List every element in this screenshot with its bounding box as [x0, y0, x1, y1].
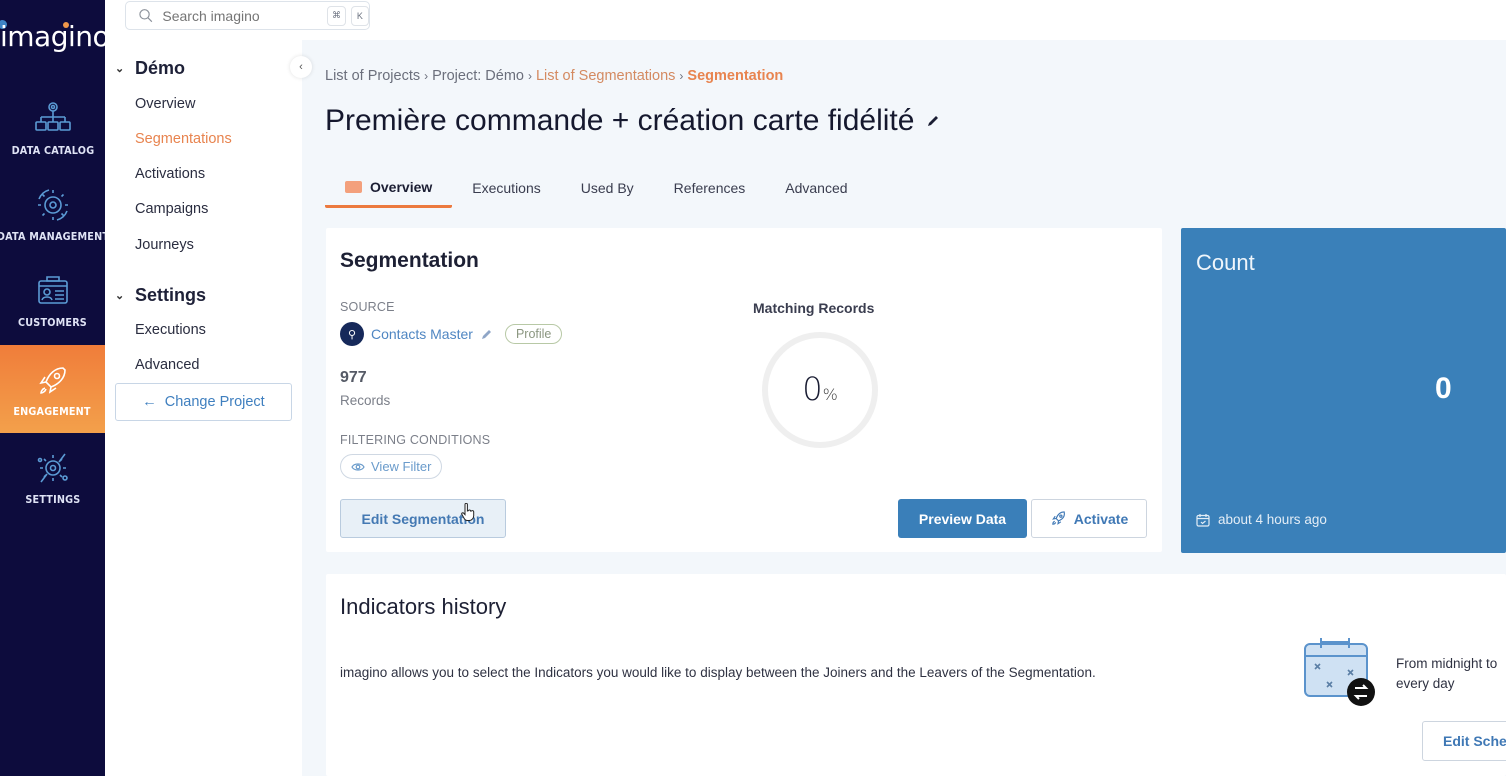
- indicators-history-card: Indicators history imagino allows you to…: [326, 574, 1506, 776]
- tab-executions[interactable]: Executions: [452, 168, 560, 208]
- count-card: Count 0 about 4 hours ago: [1181, 228, 1506, 553]
- overview-icon: [345, 180, 362, 193]
- sidebar-item-campaigns[interactable]: Campaigns: [135, 201, 208, 217]
- breadcrumb-separator: ›: [424, 69, 429, 83]
- source-label: SOURCE: [340, 300, 395, 314]
- indicators-title: Indicators history: [340, 594, 507, 619]
- breadcrumb-item[interactable]: List of Projects: [325, 68, 420, 84]
- page-title: Première commande + création carte fidél…: [325, 104, 940, 138]
- rail-label: ENGAGEMENT: [13, 406, 92, 418]
- chevron-down-icon: ⌄: [115, 290, 125, 302]
- eye-icon: [351, 462, 365, 471]
- rail-label: DATA CATALOG: [11, 145, 94, 157]
- segmentation-card: Segmentation SOURCE ⚲ Contacts Master Pr…: [326, 228, 1162, 552]
- breadcrumb-item[interactable]: List of Segmentations: [536, 68, 675, 84]
- sidebar-item-activations[interactable]: Activations: [135, 166, 205, 182]
- filtering-conditions-label: FILTERING CONDITIONS: [340, 433, 491, 447]
- edit-schedule-button[interactable]: Edit Sche: [1422, 721, 1506, 761]
- view-filter-button[interactable]: View Filter: [340, 454, 443, 479]
- sidebar-group-title: Démo: [135, 58, 186, 78]
- schedule-line: From midnight to: [1396, 656, 1498, 671]
- sidebar-item-segmentations[interactable]: Segmentations: [135, 131, 232, 147]
- sidebar-group-title: Settings: [135, 285, 207, 305]
- sidebar-group-settings[interactable]: ⌄ Settings: [115, 285, 206, 306]
- schedule-description: From midnight to every day: [1396, 654, 1497, 694]
- breadcrumb-separator: ›: [679, 69, 684, 83]
- sidebar-item-journeys[interactable]: Journeys: [135, 237, 194, 253]
- customers-icon: [37, 276, 68, 304]
- tab-references[interactable]: References: [654, 168, 766, 208]
- top-bar: ⌘ K: [105, 0, 1506, 40]
- sidebar-item-overview[interactable]: Overview: [135, 96, 195, 112]
- tab-bar: Overview Executions Used By References A…: [325, 168, 868, 212]
- source-avatar-icon: ⚲: [340, 322, 364, 346]
- preview-data-button[interactable]: Preview Data: [898, 499, 1027, 538]
- card-title: Segmentation: [340, 249, 479, 272]
- last-updated: about 4 hours ago: [1196, 512, 1327, 527]
- matching-records-title: Matching Records: [753, 300, 875, 316]
- matching-percent-value: 0: [802, 370, 823, 408]
- view-filter-label: View Filter: [371, 459, 432, 474]
- pencil-icon[interactable]: [926, 114, 940, 128]
- collapse-sidebar-button[interactable]: ‹: [290, 56, 312, 78]
- rail-item-settings[interactable]: SETTINGS: [0, 433, 105, 521]
- sidebar-item-executions[interactable]: Executions: [135, 322, 206, 338]
- schedule-line: every day: [1396, 676, 1455, 691]
- activate-button[interactable]: Activate: [1031, 499, 1147, 538]
- calendar-icon: [1196, 513, 1210, 527]
- rail-item-engagement[interactable]: ENGAGEMENT: [0, 345, 105, 433]
- global-search[interactable]: ⌘ K: [125, 1, 370, 30]
- source-link[interactable]: Contacts Master: [371, 326, 473, 342]
- sidebar-item-advanced[interactable]: Advanced: [135, 357, 200, 373]
- arrow-left-icon: ←: [142, 394, 157, 410]
- shortcut-key-k: K: [350, 5, 369, 26]
- indicators-description: imagino allows you to select the Indicat…: [340, 665, 1096, 680]
- last-updated-text: about 4 hours ago: [1218, 512, 1327, 527]
- activate-label: Activate: [1073, 510, 1129, 527]
- hand-cursor-icon: [461, 503, 475, 521]
- records-label: Records: [340, 393, 391, 408]
- rail-label: CUSTOMERS: [18, 317, 87, 329]
- breadcrumb: List of Projects › Project: Démo › List of S…: [325, 68, 783, 84]
- imagino-logo[interactable]: imagino: [0, 18, 110, 58]
- count-title: Count: [1196, 250, 1255, 275]
- change-project-button[interactable]: ← Change Project: [115, 383, 292, 421]
- rail-label: SETTINGS: [25, 494, 80, 506]
- shortcut-key-cmd: ⌘: [327, 5, 346, 26]
- rail-label: DATA MANAGEMENT: [0, 231, 109, 243]
- count-value: 0: [1435, 372, 1452, 405]
- chevron-down-icon: ⌄: [115, 63, 125, 75]
- rail-item-data-catalog[interactable]: DATA CATALOG: [0, 84, 105, 172]
- rocket-icon: [1051, 511, 1065, 525]
- records-count: 977: [340, 369, 367, 386]
- calendar-schedule-icon: [1304, 638, 1375, 706]
- data-management-icon: [37, 189, 68, 221]
- matching-percent: 0%: [760, 370, 880, 408]
- logo-dot-orange: [63, 22, 69, 28]
- breadcrumb-current: Segmentation: [687, 68, 784, 84]
- settings-icon: [37, 453, 68, 483]
- rocket-icon: [38, 367, 66, 394]
- tab-used-by[interactable]: Used By: [561, 168, 654, 208]
- sidebar-group-demo[interactable]: ⌄ Démo: [115, 58, 185, 79]
- search-icon: [139, 9, 153, 23]
- page-title-text: Première commande + création carte fidél…: [325, 104, 915, 137]
- rail-item-data-management[interactable]: DATA MANAGEMENT: [0, 170, 108, 258]
- tab-advanced[interactable]: Advanced: [765, 168, 867, 208]
- source-type-badge: Profile: [504, 324, 563, 344]
- breadcrumb-separator: ›: [527, 69, 532, 83]
- change-project-label: Change Project: [164, 394, 265, 410]
- tab-label: Overview: [370, 178, 433, 195]
- rail-item-customers[interactable]: CUSTOMERS: [0, 256, 105, 344]
- percent-sign: %: [822, 385, 838, 404]
- breadcrumb-item[interactable]: Project: Démo: [432, 68, 524, 84]
- source-row: ⚲ Contacts Master Profile: [340, 322, 563, 346]
- search-input[interactable]: [162, 7, 323, 24]
- edit-segmentation-button[interactable]: Edit Segmentation: [340, 499, 506, 538]
- data-catalog-icon: [34, 102, 71, 131]
- logo-text: imagino: [0, 20, 110, 53]
- tab-overview[interactable]: Overview: [325, 168, 453, 208]
- pencil-icon[interactable]: [481, 328, 493, 340]
- main-nav-rail: imagino DATA CATALOG DATA MANAGEMENT CUS…: [0, 0, 110, 776]
